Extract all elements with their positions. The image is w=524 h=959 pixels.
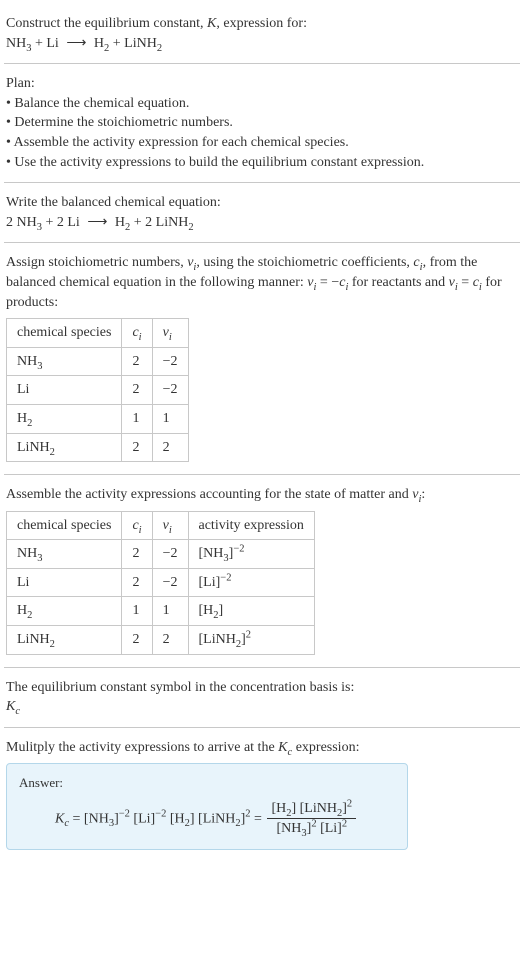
reaction-arrow-icon: ⟶ [87,213,107,233]
table-row: H2 1 1 [7,404,189,433]
divider [4,63,520,64]
plan-section: Plan: Balance the chemical equation. Det… [4,68,520,178]
stoich-table: chemical species ci νi NH3 2 −2 Li 2 −2 … [6,318,189,462]
col-nui: νi [152,319,188,348]
table-header-row: chemical species ci νi [7,319,189,348]
cell-ci: 1 [122,404,152,433]
table-row: LiNH2 2 2 [LiNH2]2 [7,626,315,655]
fraction-denominator: [NH3]2 [Li]2 [267,819,356,839]
stoich-section: Assign stoichiometric numbers, νi, using… [4,247,520,470]
plan-item-3: Assemble the activity expression for eac… [6,133,518,153]
cell-ci: 2 [122,568,152,597]
species-h2: H2 [90,36,109,51]
stoich-paragraph: Assign stoichiometric numbers, νi, using… [6,253,518,312]
cell-species: NH3 [7,540,122,569]
cell-ci: 2 [122,376,152,405]
prompt-section: Construct the equilibrium constant, K, e… [4,8,520,59]
species-nh3: NH3 [6,36,31,51]
divider [4,727,520,728]
divider [4,667,520,668]
table-row: NH3 2 −2 [7,347,189,376]
plus-text: + Li [31,36,62,51]
cell-ci: 2 [122,433,152,462]
balanced-equation: 2 NH3 + 2 Li ⟶ H2 + 2 LiNH2 [6,213,518,233]
cell-nui: 2 [152,626,188,655]
cell-activity: [NH3]−2 [188,540,314,569]
cell-species: LiNH2 [7,626,122,655]
divider [4,242,520,243]
plan-item-2: Determine the stoichiometric numbers. [6,113,518,133]
table-row: LiNH2 2 2 [7,433,189,462]
cell-activity: [Li]−2 [188,568,314,597]
cell-nui: 2 [152,433,188,462]
symbol-line-1: The equilibrium constant symbol in the c… [6,678,518,698]
cell-species: LiNH2 [7,433,122,462]
multiply-heading: Mulitply the activity expressions to arr… [6,738,518,758]
plan-item-1: Balance the chemical equation. [6,94,518,114]
table-row: NH3 2 −2 [NH3]−2 [7,540,315,569]
cell-activity: [LiNH2]2 [188,626,314,655]
cell-species: NH3 [7,347,122,376]
cell-ci: 2 [122,626,152,655]
col-ci: ci [122,319,152,348]
symbol-Kc: Kc [6,697,518,717]
col-ci: ci [122,511,152,540]
cell-ci: 2 [122,347,152,376]
plus-text: + LiNH [109,36,157,51]
table-row: Li 2 −2 [7,376,189,405]
prompt-text-1b: , expression for: [216,16,307,31]
cell-nui: −2 [152,568,188,597]
reaction-arrow-icon: ⟶ [66,34,86,54]
plan-list: Balance the chemical equation. Determine… [6,94,518,172]
fraction-numerator: [H2] [LiNH2]2 [267,799,356,820]
cell-ci: 1 [122,597,152,626]
cell-ci: 2 [122,540,152,569]
cell-nui: 1 [152,597,188,626]
fraction: [H2] [LiNH2]2[NH3]2 [Li]2 [267,799,356,839]
prompt-text-1: Construct the equilibrium constant, [6,16,207,31]
symbol-section: The equilibrium constant symbol in the c… [4,672,520,723]
divider [4,182,520,183]
cell-nui: −2 [152,540,188,569]
col-species: chemical species [7,319,122,348]
plan-heading: Plan: [6,74,518,94]
subscript: 2 [157,42,162,53]
answer-equation: Kc = [NH3]−2 [Li]−2 [H2] [LiNH2]2 = [H2]… [55,799,395,839]
cell-species: Li [7,376,122,405]
cell-species: H2 [7,404,122,433]
cell-nui: −2 [152,376,188,405]
col-nui: νi [152,511,188,540]
activity-heading: Assemble the activity expressions accoun… [6,485,518,505]
activity-section: Assemble the activity expressions accoun… [4,479,520,663]
activity-table: chemical species ci νi activity expressi… [6,511,315,655]
divider [4,474,520,475]
balanced-section: Write the balanced chemical equation: 2 … [4,187,520,238]
answer-label: Answer: [19,774,395,792]
multiply-section: Mulitply the activity expressions to arr… [4,732,520,856]
col-species: chemical species [7,511,122,540]
cell-activity: [H2] [188,597,314,626]
table-header-row: chemical species ci νi activity expressi… [7,511,315,540]
prompt-line-1: Construct the equilibrium constant, K, e… [6,14,518,34]
cell-species: Li [7,568,122,597]
table-row: Li 2 −2 [Li]−2 [7,568,315,597]
cell-nui: −2 [152,347,188,376]
cell-nui: 1 [152,404,188,433]
answer-box: Answer: Kc = [NH3]−2 [Li]−2 [H2] [LiNH2]… [6,763,408,849]
plan-item-4: Use the activity expressions to build th… [6,153,518,173]
cell-species: H2 [7,597,122,626]
unbalanced-equation: NH3 + Li ⟶ H2 + LiNH2 [6,34,518,54]
variable-K: K [207,16,216,31]
col-activity: activity expression [188,511,314,540]
balanced-heading: Write the balanced chemical equation: [6,193,518,213]
table-row: H2 1 1 [H2] [7,597,315,626]
